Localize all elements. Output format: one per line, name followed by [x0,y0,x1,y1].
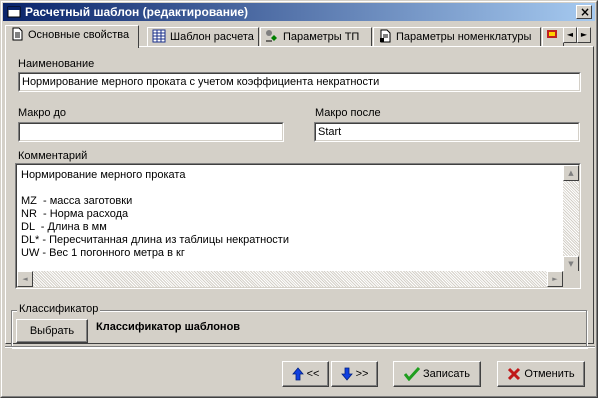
tab-label: Параметры ТП [283,31,360,43]
tab-extra[interactable] [542,27,564,47]
prev-button[interactable]: << [282,361,329,387]
scroll-corner [563,271,579,287]
select-classifier-label: Выбрать [29,325,75,337]
tab-label: Параметры номенклатуры [396,31,532,43]
scroll-right-icon: ► [552,275,558,283]
scroll-down-icon: ▼ [568,260,574,268]
comment-text: Нормирование мерного проката MZ - масса … [21,169,289,259]
arrow-up-icon [291,367,304,381]
macro-after-label: Макро после [315,107,381,119]
tab-strip: Основные свойства Шаблон расчета Парамет… [5,25,593,48]
tab-scroll-right-button[interactable]: ► [577,27,591,43]
tab-nomenclature-params[interactable]: Параметры номенклатуры [373,27,541,47]
nomenclature-icon [380,29,391,43]
scroll-up-button[interactable]: ▲ [563,165,579,181]
name-value: Нормирование мерного проката с учетом ко… [19,73,580,91]
save-button[interactable]: Записать [393,361,481,387]
save-label: Записать [423,368,471,380]
footer-separator [5,346,595,348]
comment-memo[interactable]: Нормирование мерного проката MZ - масса … [15,163,581,289]
dialog-window: Расчетный шаблон (редактирование) × Осно… [0,0,598,398]
scroll-left-icon: ◄ [566,30,574,39]
scroll-left-button[interactable]: ◄ [17,271,33,287]
document-icon [12,27,23,41]
title-bar[interactable]: Расчетный шаблон (редактирование) × [3,3,595,21]
close-button[interactable]: × [576,5,592,19]
scroll-up-icon: ▲ [568,169,574,177]
app-icon [7,6,21,18]
macro-before-value [19,123,283,141]
tab-tp-params[interactable]: Параметры ТП [260,27,372,47]
scroll-down-button[interactable]: ▼ [563,256,579,272]
scroll-left-icon: ◄ [22,275,28,283]
tab-label: Шаблон расчета [170,31,254,43]
horizontal-scrollbar[interactable]: ◄ ► [17,271,563,287]
name-label: Наименование [18,58,95,70]
classifier-name: Классификатор шаблонов [96,321,241,333]
next-button[interactable]: >> [331,361,378,387]
table-icon [152,29,166,43]
macro-before-field[interactable] [18,122,284,142]
scroll-right-button[interactable]: ► [547,271,563,287]
prev-label: << [306,368,320,380]
window-title: Расчетный шаблон (редактирование) [25,5,249,19]
arrow-down-icon [340,367,353,381]
tab-label: Основные свойства [28,29,130,41]
cancel-button[interactable]: Отменить [497,361,585,387]
process-params-icon [266,30,277,42]
tab-main-properties[interactable]: Основные свойства [5,25,139,48]
macro-after-field[interactable]: Start [314,122,580,142]
comment-memo-frame: Нормирование мерного проката MZ - масса … [16,164,580,288]
extra-tab-icon [547,30,557,38]
select-classifier-button[interactable]: Выбрать [16,319,88,343]
tab-scroll-left-button[interactable]: ◄ [563,27,577,43]
macro-after-value: Start [315,123,579,141]
vertical-scrollbar[interactable]: ▲ ▼ [563,165,579,272]
cancel-x-icon [508,368,521,381]
next-label: >> [355,368,369,380]
classifier-group-label: Классификатор [17,303,101,315]
name-field[interactable]: Нормирование мерного проката с учетом ко… [18,72,581,92]
checkmark-icon [403,367,420,382]
scroll-right-icon: ► [580,30,588,39]
macro-before-label: Макро до [18,107,67,119]
close-icon: × [580,5,591,19]
tab-calc-template[interactable]: Шаблон расчета [147,27,259,47]
cancel-label: Отменить [524,368,575,380]
comment-label: Комментарий [18,150,88,162]
